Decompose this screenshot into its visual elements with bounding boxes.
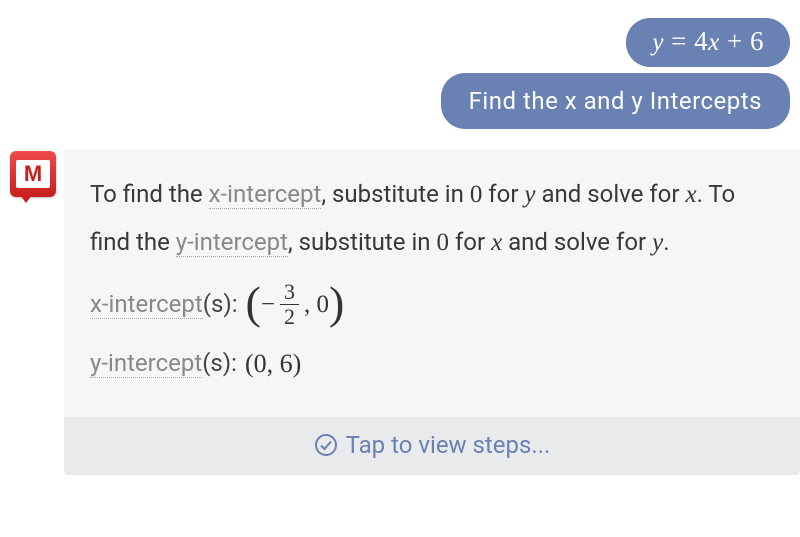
exp-p1b: , substitute in — [321, 180, 470, 208]
lparen-icon: ( — [246, 280, 261, 326]
exp-p1a: To find the — [90, 180, 209, 208]
glossary-y-intercept[interactable]: y-intercept — [176, 228, 288, 257]
eq-y: y — [652, 29, 664, 56]
exp-p1h: and solve for — [502, 228, 652, 256]
glossary-x-intercept-2[interactable]: x-intercept — [90, 290, 203, 319]
eq-const: 6 — [750, 26, 764, 56]
eq-equals: = — [664, 26, 694, 56]
exp-zero2: 0 — [436, 229, 449, 256]
fraction: 3 2 — [280, 280, 299, 329]
answer-body: To find the x-intercept, substitute in 0… — [64, 149, 800, 417]
x-suffix: (s): — [203, 290, 238, 318]
exp-y1: y — [524, 181, 535, 208]
exp-p1c: for — [482, 180, 524, 208]
x-rest: , 0 — [304, 281, 329, 329]
frac-num: 3 — [280, 280, 299, 305]
exp-p1d: and solve for — [536, 180, 686, 208]
exp-p1i: . — [663, 228, 669, 256]
glossary-x-intercept[interactable]: x-intercept — [209, 180, 322, 209]
y-intercept-result: y-intercept(s): (0, 6) — [90, 339, 774, 388]
view-steps-button[interactable]: Tap to view steps... — [64, 417, 800, 475]
eq-coef: 4 — [694, 26, 708, 56]
exp-x1: x — [685, 181, 696, 208]
view-steps-label: Tap to view steps... — [346, 431, 551, 459]
exp-p1g: for — [449, 228, 491, 256]
answer-card: To find the x-intercept, substitute in 0… — [64, 149, 800, 475]
y-value: (0, 6) — [245, 339, 301, 388]
y-suffix: (s): — [202, 349, 237, 377]
glossary-y-intercept-2[interactable]: y-intercept — [90, 349, 202, 378]
app-icon: M — [10, 151, 56, 197]
user-bubble-equation: y = 4x + 6 — [626, 18, 790, 67]
exp-x2: x — [491, 229, 502, 256]
exp-p1f: , substitute in — [288, 228, 437, 256]
eq-x: x — [708, 29, 720, 56]
user-bubble-question: Find the x and y Intercepts — [441, 73, 790, 129]
answer-row: M To find the x-intercept, substitute in… — [0, 149, 800, 475]
eq-plus: + — [720, 26, 750, 56]
exp-zero1: 0 — [470, 181, 483, 208]
user-messages: y = 4x + 6 Find the x and y Intercepts — [0, 0, 800, 135]
rparen-icon: ) — [329, 280, 344, 326]
results-block: x-intercept(s): ( − 3 2 , 0 ) y-intercep… — [90, 280, 774, 389]
app-icon-letter: M — [16, 160, 50, 188]
frac-den: 2 — [280, 305, 299, 329]
exp-y2: y — [652, 229, 663, 256]
neg-sign: − — [261, 281, 275, 329]
check-circle-icon — [314, 433, 338, 457]
x-intercept-result: x-intercept(s): ( − 3 2 , 0 ) — [90, 280, 774, 329]
